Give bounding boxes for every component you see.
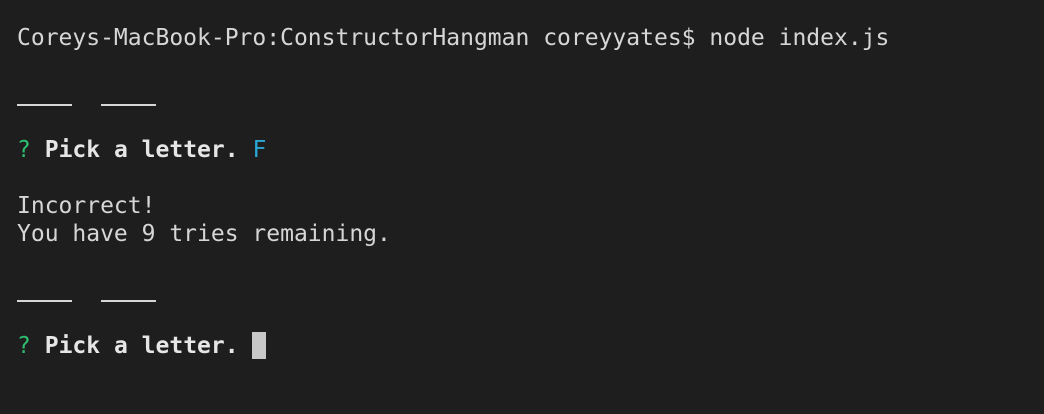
shell-command: node index.js <box>709 25 890 51</box>
letter-blank <box>101 103 156 106</box>
question-answer: F <box>252 137 267 163</box>
incorrect-message: Incorrect! <box>17 193 156 219</box>
letter-blank <box>101 299 156 302</box>
command-line: Coreys-MacBook-Pro:ConstructorHangman co… <box>17 24 889 52</box>
question-mark-icon: ? <box>17 137 31 163</box>
word-blanks <box>17 276 156 304</box>
text-cursor[interactable] <box>252 332 267 359</box>
pick-letter-question-active[interactable]: ? Pick a letter. <box>17 332 267 360</box>
word-blanks <box>17 80 156 108</box>
question-text: Pick a letter. <box>44 137 239 163</box>
tries-remaining-message: You have 9 tries remaining. <box>17 221 391 247</box>
terminal-window[interactable]: Coreys-MacBook-Pro:ConstructorHangman co… <box>0 0 1044 414</box>
pick-letter-question: ? Pick a letter. F <box>17 136 266 164</box>
shell-prompt: Coreys-MacBook-Pro:ConstructorHangman co… <box>17 25 696 51</box>
question-text: Pick a letter. <box>44 333 239 359</box>
question-mark-icon: ? <box>17 333 31 359</box>
letter-blank <box>17 299 72 302</box>
letter-blank <box>17 103 72 106</box>
